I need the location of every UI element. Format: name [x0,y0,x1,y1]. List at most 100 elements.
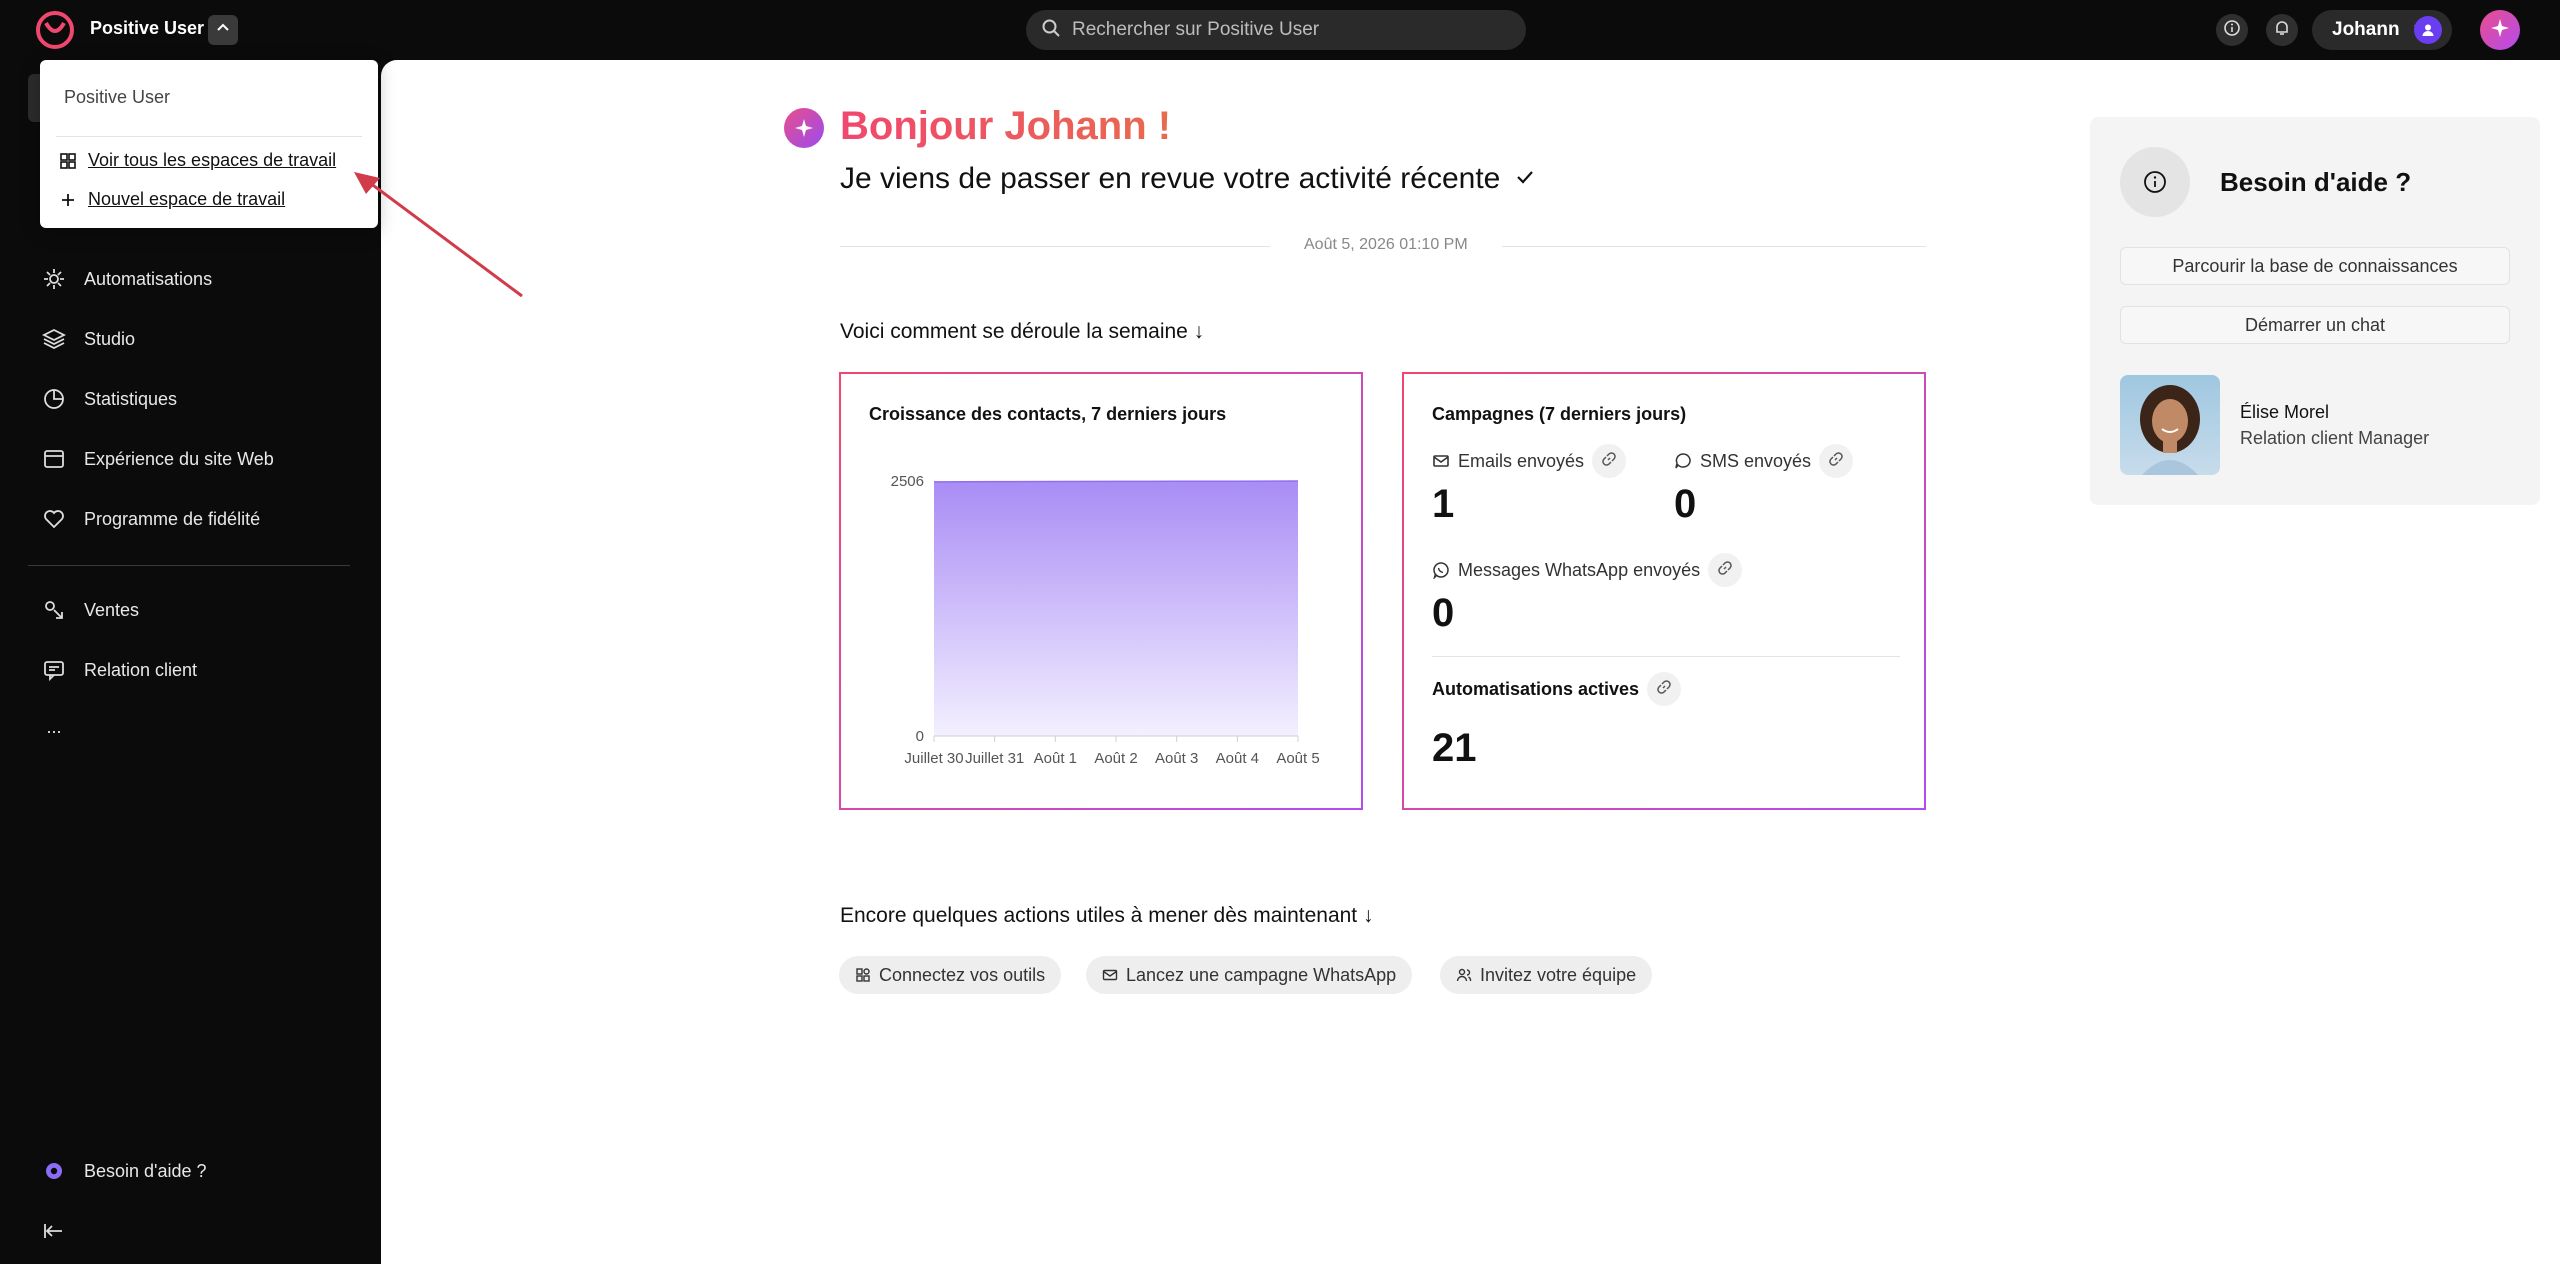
dropdown-header: Positive User [64,87,171,107]
automations-link-button[interactable] [1647,672,1682,706]
dropdown-divider [56,136,362,137]
ai-assistant-button[interactable] [2480,10,2520,50]
action-label: Lancez une campagne WhatsApp [1126,964,1397,985]
info-icon [2120,147,2190,217]
y-tick-label: 2506 [891,473,924,490]
contacts-series-line [933,480,1299,483]
sidebar-item-label: Automatisations [84,268,213,289]
actions-section-title: Encore quelques actions utiles à mener d… [840,904,1374,927]
sidebar-item-label: Expérience du site Web [84,448,274,469]
bell-icon [2273,19,2291,42]
avatar [2414,16,2442,44]
sidebar-item-statistics[interactable]: Statistiques [40,384,177,414]
x-tick-label: Août 1 [1034,750,1077,767]
plus-icon [58,192,78,208]
sidebar-item-website-experience[interactable]: Expérience du site Web [40,444,274,474]
subtitle-text: Je viens de passer en revue votre activi… [840,162,1501,195]
whatsapp-sent-label: Messages WhatsApp envoyés [1458,559,1701,580]
sidebar-home-item[interactable] [28,74,40,122]
search-input[interactable] [1072,19,1492,41]
collapse-sidebar-icon [40,1217,68,1245]
knowledge-base-button[interactable]: Parcourir la base de connaissances [2120,247,2510,285]
sidebar-help-label: Besoin d'aide ? [84,1160,207,1181]
sidebar-item-customer-relation[interactable]: Relation client [40,655,197,685]
view-all-workspaces-link[interactable]: Voir tous les espaces de travail [58,150,336,171]
chat-bubble-icon [1674,452,1692,470]
brevo-logo-icon[interactable] [34,9,76,51]
sparkle-avatar-icon [784,108,824,148]
contacts-growth-chart: Juillet 30 Juillet 31 Août 1 Août 2 Août 3 Ao… [891,473,1320,767]
top-bar: Positive User Johann [0,0,2560,60]
link-icon [1717,560,1733,581]
user-menu[interactable]: Johann [2312,10,2452,50]
collapse-sidebar-button[interactable] [40,1216,84,1246]
sms-link-button[interactable] [1819,444,1854,478]
invite-team-button[interactable]: Invitez votre équipe [1440,956,1653,994]
user-name: Johann [2332,19,2400,40]
heart-tag-icon [40,505,68,533]
help-lifebuoy-icon [40,1157,68,1185]
sidebar-item-sales[interactable]: Ventes [40,595,139,625]
sidebar-more-button[interactable]: ... [40,712,68,742]
sidebar-item-label: Programme de fidélité [84,508,261,529]
whatsapp-link-button[interactable] [1708,553,1743,587]
more-icon: ... [46,716,62,737]
automation-icon [40,265,68,293]
search-bar[interactable] [1026,10,1526,50]
checkmark-icon [1500,162,1536,196]
x-tick-label: Août 3 [1155,750,1198,767]
x-tick-label: Août 5 [1276,750,1319,767]
whatsapp-sent-metric: Messages WhatsApp envoyés [1432,553,1743,587]
pie-chart-icon [40,385,68,413]
greeting-title: Bonjour Johann ! [840,104,1172,148]
workspace-name[interactable]: Positive User [90,18,204,39]
sidebar-help-button[interactable]: Besoin d'aide ? [40,1156,207,1186]
annotation-arrow [354,172,523,298]
info-button[interactable] [2216,14,2248,46]
active-automations-value: 21 [1432,726,1477,770]
notifications-button[interactable] [2266,14,2298,46]
sidebar: Automatisations Studio Statistiques Expé… [0,60,381,1264]
x-tick-label: Août 2 [1094,750,1137,767]
link-icon [1601,451,1617,472]
contacts-area [934,481,1298,736]
agent-name: Élise Morel [2240,402,2330,422]
grid-icon [58,152,78,169]
sales-icon [40,596,68,624]
sms-sent-label: SMS envoyés [1700,450,1812,471]
start-chat-button[interactable]: Démarrer un chat [2120,306,2510,344]
link-icon [1828,451,1844,472]
connect-tools-button[interactable]: Connectez vos outils [839,956,1062,994]
campaigns-card: Campagnes (7 derniers jours) Emails envo… [1402,372,1926,810]
sidebar-item-automations[interactable]: Automatisations [40,264,212,294]
sidebar-item-label: Relation client [84,659,198,680]
sms-sent-metric: SMS envoyés [1674,444,1854,478]
sidebar-item-loyalty[interactable]: Programme de fidélité [40,504,260,534]
help-title: Besoin d'aide ? [2220,167,2412,197]
sidebar-item-label: Ventes [84,599,140,620]
chevron-up-icon [215,20,231,41]
mail-icon [1102,967,1118,983]
users-icon [1456,967,1472,983]
sidebar-divider [28,565,350,566]
layers-icon [40,325,68,353]
active-automations-label: Automatisations actives [1432,678,1640,699]
new-workspace-link[interactable]: Nouvel espace de travail [58,189,285,210]
action-label: Connectez vos outils [879,964,1046,985]
contacts-growth-card: Croissance des contacts, 7 derniers jour… [839,372,1363,810]
card-title: Campagnes (7 derniers jours) [1432,404,1687,424]
emails-sent-label: Emails envoyés [1458,450,1585,471]
activity-date: Août 5, 2026 01:10 PM [1270,236,1502,254]
emails-link-button[interactable] [1592,444,1627,478]
workspace-dropdown-menu: Positive User Voir tous les espaces de t… [40,60,378,228]
launch-whatsapp-campaign-button[interactable]: Lancez une campagne WhatsApp [1086,956,1413,994]
workspace-menu-toggle[interactable] [208,15,238,45]
dropdown-item-label: Nouvel espace de travail [88,189,286,209]
sidebar-item-label: Studio [84,328,136,349]
info-icon [2223,19,2241,42]
active-automations-metric: Automatisations actives [1432,672,1682,706]
help-panel: Besoin d'aide ? Parcourir la base de con… [2090,117,2540,505]
apps-icon [855,967,871,983]
x-tick-label: Août 4 [1216,750,1259,767]
sidebar-item-studio[interactable]: Studio [40,324,135,354]
